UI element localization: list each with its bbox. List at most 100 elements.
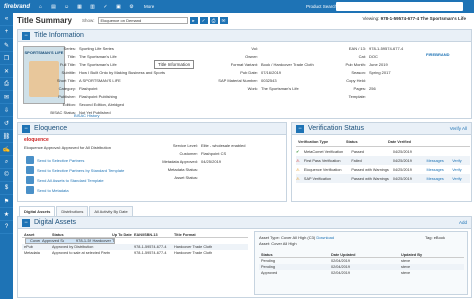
field-label: Category:: [58, 86, 76, 91]
column-header: Verification Type: [298, 140, 329, 144]
link-label: Send to Selective Partners: [37, 157, 85, 163]
table-cell[interactable]: Verify: [450, 168, 470, 172]
download-link[interactable]: Download: [316, 235, 334, 240]
rights-icon[interactable]: ©: [0, 169, 13, 182]
star-icon[interactable]: ★: [0, 208, 13, 221]
table-cell[interactable]: Messages: [425, 168, 451, 172]
collapse-toggle-icon[interactable]: −: [22, 31, 30, 40]
product-search-input[interactable]: Product Search:: [306, 2, 463, 11]
table-cell[interactable]: Messages: [425, 159, 451, 163]
column-header: EAN/ISBN-13: [134, 232, 158, 237]
send-selective-partners-link[interactable]: Send to Selective Partners: [26, 156, 84, 164]
verification-row[interactable]: ✔ MetaComet Verification Passed 04/25/2019: [296, 147, 470, 156]
contacts-icon[interactable]: ☺: [60, 4, 73, 10]
field-value: Sporting Life Series: [79, 46, 114, 51]
save-view-icon[interactable]: ✓: [199, 16, 208, 24]
field-label: Copy Held:: [346, 78, 366, 83]
collapse-toggle-icon[interactable]: −: [22, 218, 30, 227]
eloquence-field: Asset Status:: [138, 175, 201, 180]
digital-assets-header: − Digital Assets Add: [18, 217, 471, 229]
new-icon[interactable]: +: [0, 26, 13, 39]
format-field: Work: The Sportsman's Life: [208, 86, 299, 91]
send-metadata-link[interactable]: Send to Metadata: [26, 186, 69, 194]
verification-row[interactable]: ⚠ SAP Verification Passed with Warnings 04/…: [296, 174, 470, 183]
field-value: A SPORTSMAN'S LIFE: [79, 78, 121, 83]
product-field: Season: Spring 2017: [328, 70, 390, 75]
notes-icon[interactable]: ✍: [0, 143, 13, 156]
table-cell: Approved: [261, 271, 278, 275]
section-title: Verification Status: [308, 125, 365, 132]
product-field: EAN / 13: 978-1-59574-677-4: [328, 46, 403, 51]
table-cell: SAP Verification: [303, 176, 332, 181]
verification-status-header: − Verification Status Verify All: [292, 123, 471, 135]
field-label: EAN / 13:: [348, 46, 366, 51]
link-icon[interactable]: ⛓: [0, 130, 13, 143]
more-menu[interactable]: More: [144, 4, 154, 9]
eloquence-field: Metadata Approved: 04/25/2019: [138, 159, 221, 164]
table-cell: Passed with Warnings: [351, 176, 389, 181]
product-field: Pub Month: June 2019: [328, 62, 388, 67]
eloquence-header: − Eloquence: [18, 123, 286, 135]
table-cell: Passed: [351, 149, 365, 154]
export-icon[interactable]: ⇩: [0, 104, 13, 117]
help-icon[interactable]: ?: [0, 221, 13, 234]
tag-icon[interactable]: ⚑: [0, 195, 13, 208]
attach-icon[interactable]: ⌕: [0, 156, 13, 169]
table-cell: 978-1-59574-677-4: [75, 238, 91, 243]
show-select[interactable]: Eloquence on Demand: [97, 16, 188, 24]
table-cell: 04/25/2019: [392, 149, 412, 154]
table-cell[interactable]: Messages: [425, 177, 451, 181]
collapse-toggle-icon[interactable]: −: [22, 124, 30, 133]
field-label: Pub Month:: [345, 62, 366, 67]
table-cell: Approved by Distribution: [52, 245, 94, 249]
home-icon[interactable]: ⌂: [34, 4, 47, 10]
title-field: Short Title: A SPORTSMAN'S LIFE: [38, 78, 121, 83]
asset-row[interactable]: Metadata Approved to sale at selected Par…: [22, 250, 248, 256]
copy-icon[interactable]: ❐: [0, 52, 13, 65]
history-row[interactable]: Approved 02/04/2019 steve: [259, 270, 464, 276]
eloquence-panel: − Eloquence eloquence Eloquence Approval…: [17, 122, 287, 202]
tab-distributions[interactable]: Distributions: [56, 206, 89, 216]
app-logo[interactable]: firebrand: [0, 0, 34, 13]
field-value: Flashpoint: [79, 86, 98, 91]
column-header: Date Verified: [388, 140, 412, 144]
field-label: Season:: [351, 70, 366, 75]
go-button[interactable]: ▸: [189, 16, 198, 24]
settings-icon[interactable]: ⚙: [125, 4, 138, 10]
collapse-icon[interactable]: «: [0, 13, 13, 26]
titles-icon[interactable]: ▤: [47, 4, 60, 10]
approval-label: Eloquence Approval:: [24, 145, 61, 150]
table-cell[interactable]: Verify: [450, 177, 470, 181]
collapse-toggle-icon[interactable]: −: [296, 124, 304, 133]
verify-all-link[interactable]: Verify All: [450, 126, 467, 131]
verification-status-panel: − Verification Status Verify All Verific…: [291, 122, 472, 202]
verification-row[interactable]: ⚠ First Pass Verification Failed 04/25/2019…: [296, 156, 470, 165]
print-icon[interactable]: ⎙: [0, 78, 13, 91]
field-label: Metadata Status:: [167, 167, 198, 172]
field-label: Service Level:: [172, 143, 198, 148]
field-label: Asset Status:: [174, 175, 198, 180]
table-cell: ePub: [24, 245, 33, 249]
history-icon[interactable]: ↺: [0, 117, 13, 130]
field-label: Series:: [63, 46, 76, 51]
delete-icon[interactable]: ✕: [0, 65, 13, 78]
add-asset-link[interactable]: Add: [459, 220, 467, 225]
edit-icon[interactable]: ✎: [0, 39, 13, 52]
tab-digital-assets[interactable]: Digital Assets: [19, 206, 56, 216]
email-view-icon[interactable]: ✉: [219, 16, 228, 24]
pricing-icon[interactable]: $: [0, 182, 13, 195]
viewing-label: Viewing: 978-1-59574-677-4 The Sportsman…: [362, 16, 466, 21]
catalog-icon[interactable]: ▣: [112, 4, 125, 10]
reports-icon[interactable]: ▥: [86, 4, 99, 10]
send-selective-partners-template-link[interactable]: Send to Selective Partners by Standard T…: [26, 166, 124, 174]
email-icon[interactable]: ✉: [0, 91, 13, 104]
send-all-assets-link[interactable]: Send All Assets to Standard Template: [26, 176, 104, 184]
table-cell[interactable]: Verify: [450, 159, 470, 163]
tasks-icon[interactable]: ✓: [99, 4, 112, 10]
calendar-icon[interactable]: ▦: [73, 4, 86, 10]
print-view-icon[interactable]: ⎙: [209, 16, 218, 24]
tab-activity[interactable]: All Activity By Date: [89, 206, 133, 216]
verification-row[interactable]: ⚠ Eloquence Verification Passed with Warni…: [296, 165, 470, 174]
product-search-label: Product Search:: [306, 4, 339, 9]
table-cell: Approved to sale at selected Partners: [52, 251, 110, 255]
